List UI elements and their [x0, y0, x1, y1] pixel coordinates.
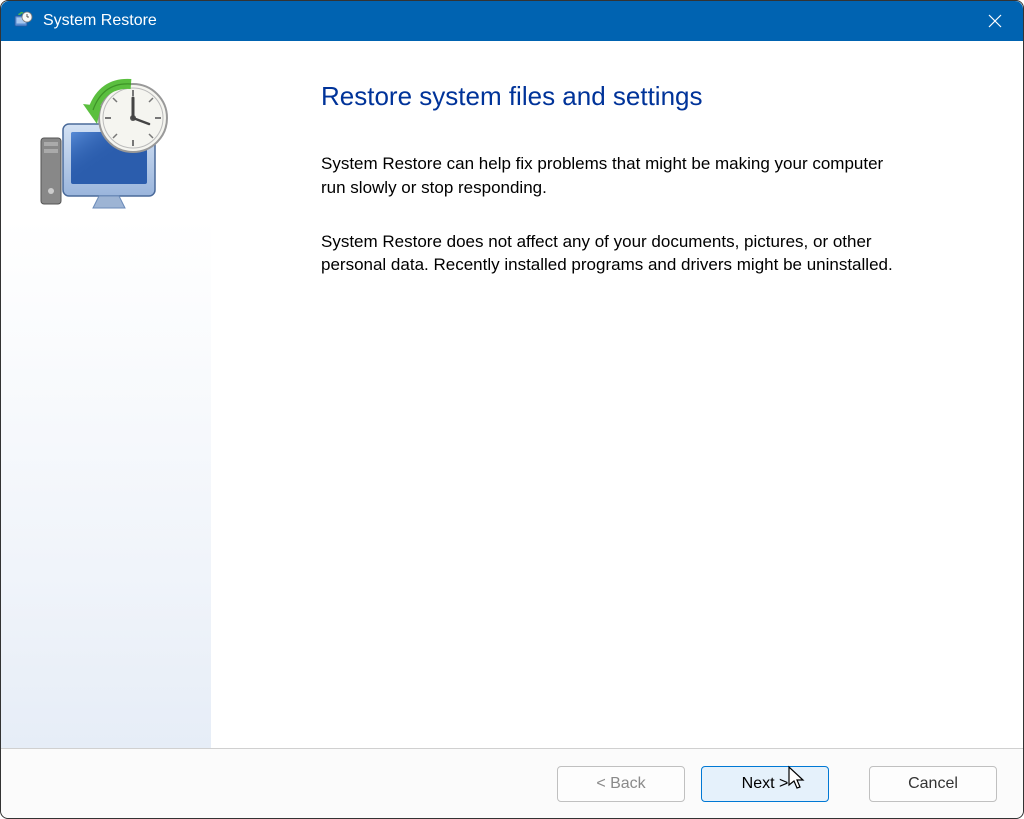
close-icon: [988, 14, 1002, 28]
cancel-button[interactable]: Cancel: [869, 766, 997, 802]
titlebar: System Restore: [1, 1, 1023, 41]
main-content: Restore system files and settings System…: [211, 41, 1023, 748]
system-restore-icon: [13, 11, 33, 31]
next-button[interactable]: Next >: [701, 766, 829, 802]
window-title: System Restore: [43, 12, 967, 30]
description-paragraph-1: System Restore can help fix problems tha…: [321, 152, 911, 200]
footer-panel: < Back Next > Cancel: [1, 748, 1023, 818]
page-heading: Restore system files and settings: [321, 81, 973, 112]
system-restore-graphic-icon: [31, 76, 181, 226]
back-button[interactable]: < Back: [557, 766, 685, 802]
description-paragraph-2: System Restore does not affect any of yo…: [321, 230, 911, 278]
close-button[interactable]: [967, 1, 1023, 41]
left-panel: [1, 41, 211, 748]
content-area: Restore system files and settings System…: [1, 41, 1023, 748]
